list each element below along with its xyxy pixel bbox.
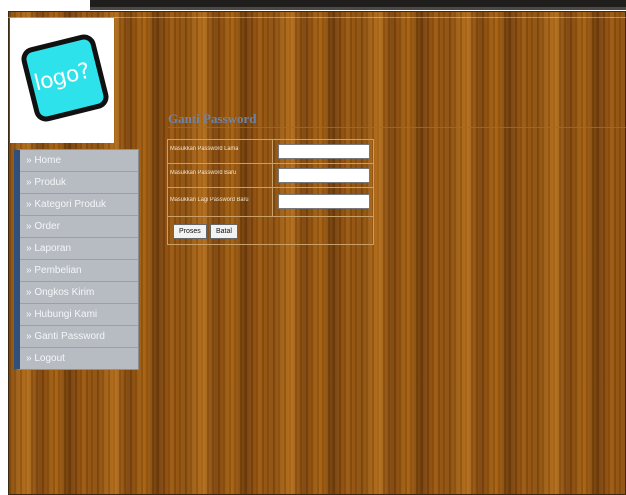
form-row-confirm-password: Masukkan Lagi Password Baru [168,188,373,217]
sidebar-item-home[interactable]: » Home [20,150,138,172]
browser-top-bar [90,0,626,10]
sidebar-item-kategori-produk[interactable]: » Kategori Produk [20,194,138,216]
form-row-old-password: Masukkan Password Lama [168,140,373,164]
sidebar-item-pembelian[interactable]: » Pembelian [20,260,138,282]
top-left-strip [0,0,90,5]
column-divider [272,164,273,187]
confirm-password-label: Masukkan Lagi Password Baru [170,197,249,203]
page-title: Ganti Password [168,111,257,126]
sidebar-item-logout[interactable]: » Logout [20,348,138,369]
new-password-label: Masukkan Password Baru [170,170,237,176]
title-divider [168,127,626,128]
change-password-form: Masukkan Password Lama Masukkan Password… [167,139,374,245]
logo[interactable]: logo? [10,18,114,143]
confirm-password-input[interactable] [278,194,370,209]
sidebar-menu: » Home » Produk » Kategori Produk » Orde… [14,149,139,370]
form-row-new-password: Masukkan Password Baru [168,164,373,188]
new-password-input[interactable] [278,168,370,183]
cancel-button[interactable]: Batal [210,224,238,239]
sidebar-item-produk[interactable]: » Produk [20,172,138,194]
old-password-input[interactable] [278,144,370,159]
sidebar-item-ongkos-kirim[interactable]: » Ongkos Kirim [20,282,138,304]
sidebar-item-order[interactable]: » Order [20,216,138,238]
submit-button[interactable]: Proses [173,224,207,239]
old-password-label: Masukkan Password Lama [170,146,239,152]
sidebar-item-ganti-password[interactable]: » Ganti Password [20,326,138,348]
sidebar-item-hubungi-kami[interactable]: » Hubungi Kami [20,304,138,326]
sidebar-item-laporan[interactable]: » Laporan [20,238,138,260]
column-divider [272,188,273,216]
column-divider [272,140,273,163]
